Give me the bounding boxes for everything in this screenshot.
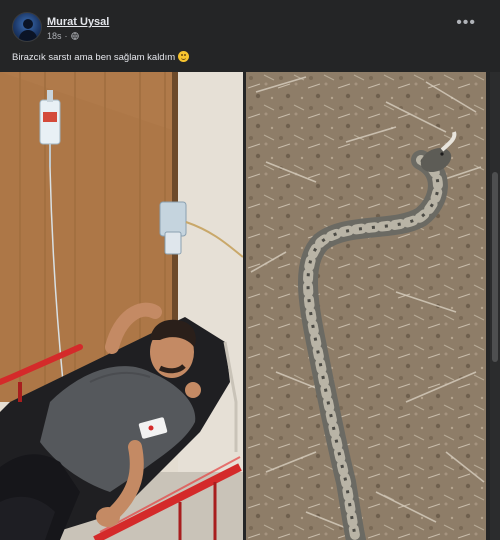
- post-meta: 18s ·: [47, 31, 79, 41]
- author-avatar[interactable]: [12, 12, 42, 42]
- globe-icon: [70, 32, 79, 40]
- post-header: Murat Uysal 18s · •••: [10, 12, 490, 46]
- hospital-photo[interactable]: [0, 72, 243, 540]
- scrollbar[interactable]: [490, 72, 500, 540]
- post-time[interactable]: 18s: [47, 31, 62, 41]
- author-name[interactable]: Murat Uysal: [47, 16, 109, 28]
- facebook-post-card: Murat Uysal 18s · ••• Birazcık sarstı am…: [0, 0, 500, 540]
- hospital-photo-illustration: [0, 72, 243, 540]
- post-caption: Birazcık sarstı ama ben sağlam kaldım: [12, 51, 190, 63]
- smiling-face-emoji-icon: [178, 51, 190, 62]
- snake-photo-illustration: [246, 72, 486, 540]
- scrollbar-thumb[interactable]: [492, 172, 498, 362]
- snake-photo[interactable]: [246, 72, 486, 540]
- more-options-button[interactable]: •••: [456, 15, 476, 31]
- caption-text: Birazcık sarstı ama ben sağlam kaldım: [12, 52, 176, 63]
